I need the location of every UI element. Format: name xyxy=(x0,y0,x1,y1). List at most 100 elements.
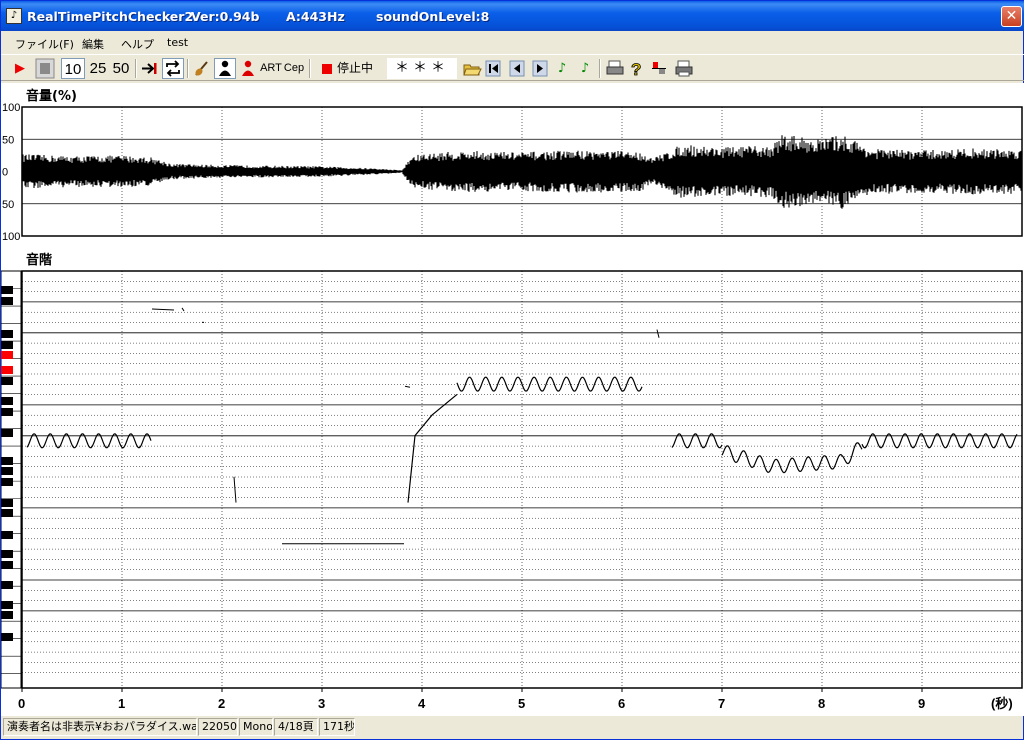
chart-area[interactable]: 音量(%) 音階 100 50 0 50 100 0 1 2 3 4 5 6 7 8 9 (秒) xyxy=(1,83,1024,716)
piano-black-key xyxy=(1,429,13,437)
window-title-app: RealTimePitchChecker2 xyxy=(27,9,194,24)
note-display: ＊＊＊ xyxy=(387,58,457,79)
menu-bar: ファイル(F) 編集 ヘルプ test xyxy=(1,31,1024,53)
svg-text:?: ? xyxy=(631,60,641,79)
time-tick-label: 2 xyxy=(218,696,225,711)
piano-black-key xyxy=(1,531,13,539)
piano-black-key xyxy=(1,397,13,405)
window-title-level: soundOnLevel:8 xyxy=(376,9,490,24)
record-stop-icon[interactable] xyxy=(317,58,337,79)
singer-svg xyxy=(219,60,231,76)
piano-black-key xyxy=(1,377,13,385)
speed-10-button[interactable]: 10 xyxy=(61,58,85,79)
status-page: 4/18頁 xyxy=(274,718,318,736)
window-title-pitch: A:443Hz xyxy=(286,9,345,24)
loop-icon[interactable] xyxy=(162,58,184,79)
time-tick-label: 6 xyxy=(618,696,625,711)
piano-black-key xyxy=(1,581,13,589)
cep-button[interactable]: Cep xyxy=(283,58,305,79)
singer-red-svg xyxy=(242,60,254,76)
time-tick-label: 1 xyxy=(118,696,125,711)
marker-icon[interactable] xyxy=(649,58,669,79)
time-tick-label: 7 xyxy=(718,696,725,711)
note-green-icon[interactable]: ♪ xyxy=(552,58,572,79)
open-folder-icon[interactable] xyxy=(461,58,483,79)
close-button[interactable]: ✕ xyxy=(1001,6,1022,27)
toolbar-separator xyxy=(599,59,601,78)
volume-ytick-label: 50 xyxy=(2,134,14,146)
toolbar-separator xyxy=(309,59,311,78)
menu-help[interactable]: ヘルプ xyxy=(121,36,154,52)
skip-prev-icon[interactable] xyxy=(507,58,527,79)
art-button[interactable]: ART xyxy=(260,58,282,79)
help-svg: ? xyxy=(631,60,642,80)
piano-black-key xyxy=(1,330,13,338)
piano-black-key xyxy=(1,633,13,641)
skip-next-svg xyxy=(532,60,548,77)
violin-icon[interactable] xyxy=(191,58,213,79)
print-svg xyxy=(675,60,693,77)
stop-button[interactable] xyxy=(34,58,56,79)
print-preview-icon[interactable] xyxy=(604,58,626,79)
piano-black-key xyxy=(1,408,13,416)
piano-black-key xyxy=(1,611,13,619)
menu-test[interactable]: test xyxy=(167,36,188,49)
time-tick-label: 9 xyxy=(918,696,925,711)
marker-svg xyxy=(652,62,666,74)
piano-black-key xyxy=(1,341,13,349)
piano-black-key xyxy=(1,561,13,569)
singer-icon[interactable] xyxy=(214,58,236,79)
play-icon[interactable]: ▶ xyxy=(9,58,31,79)
time-tick-label: 3 xyxy=(318,696,325,711)
volume-ytick-label: 0 xyxy=(2,167,8,179)
title-bar[interactable]: ♪ RealTimePitchChecker2 Ver:0.94b A:443H… xyxy=(1,1,1024,31)
volume-ytick-label: 100 xyxy=(2,231,20,243)
volume-ytick-label: 50 xyxy=(2,199,14,211)
piano-key-highlighted xyxy=(1,351,13,359)
status-duration: 171秒 xyxy=(319,718,355,736)
chart-canvas[interactable]: 100 50 0 50 100 0 1 2 3 4 5 6 7 8 9 (秒) xyxy=(1,83,1024,716)
open-folder-svg xyxy=(463,64,482,76)
piano-key-highlighted xyxy=(1,366,13,374)
time-tick-label: 4 xyxy=(418,696,426,711)
note-outline-icon[interactable]: ♪ xyxy=(575,58,595,79)
skip-first-svg xyxy=(485,60,501,77)
time-tick-label: 5 xyxy=(518,696,525,711)
piano-black-key xyxy=(1,601,13,609)
status-bar: 演奏者名は非表示¥おおパラダイス.wav 22050 Mono 4/18頁 17… xyxy=(1,716,1024,738)
toolbar: ▶ 10 25 50 ART Cep 停止中 ＊＊＊ ♪ ♪ ? xyxy=(1,54,1024,81)
skip-prev-svg xyxy=(509,60,525,77)
menu-edit[interactable]: 編集 xyxy=(82,36,104,52)
toolbar-separator xyxy=(135,59,137,78)
volume-ytick-label: 100 xyxy=(2,102,20,114)
window-title-version: Ver:0.94b xyxy=(191,9,260,24)
status-text: 停止中 xyxy=(337,61,374,75)
record-stop-svg xyxy=(322,64,332,74)
skip-next-icon[interactable] xyxy=(530,58,550,79)
speed-25-button[interactable]: 25 xyxy=(86,58,110,79)
piano-black-key xyxy=(1,478,13,486)
time-axis-unit: (秒) xyxy=(991,696,1013,711)
app-window: ♪ RealTimePitchChecker2 Ver:0.94b A:443H… xyxy=(0,0,1024,740)
singer-red-icon[interactable] xyxy=(237,58,259,79)
help-icon[interactable]: ? xyxy=(627,58,647,80)
time-tick-label: 8 xyxy=(818,696,825,711)
status-channels: Mono xyxy=(239,718,273,736)
piano-black-key xyxy=(1,550,13,558)
status-file: 演奏者名は非表示¥おおパラダイス.wav xyxy=(3,718,197,736)
jump-end-svg xyxy=(142,63,157,74)
stop-icon xyxy=(35,58,55,79)
print-preview-svg xyxy=(606,60,624,75)
jump-end-icon[interactable] xyxy=(139,58,161,79)
piano-black-key xyxy=(1,297,13,305)
speed-50-button[interactable]: 50 xyxy=(109,58,133,79)
piano-black-key xyxy=(1,509,13,517)
menu-file[interactable]: ファイル(F) xyxy=(15,36,74,52)
app-icon: ♪ xyxy=(6,8,22,24)
print-icon[interactable] xyxy=(673,58,695,79)
piano-black-key xyxy=(1,457,13,465)
piano-black-key xyxy=(1,467,13,475)
skip-first-icon[interactable] xyxy=(483,58,503,79)
time-tick-label: 0 xyxy=(18,696,25,711)
loop-svg xyxy=(166,60,180,77)
